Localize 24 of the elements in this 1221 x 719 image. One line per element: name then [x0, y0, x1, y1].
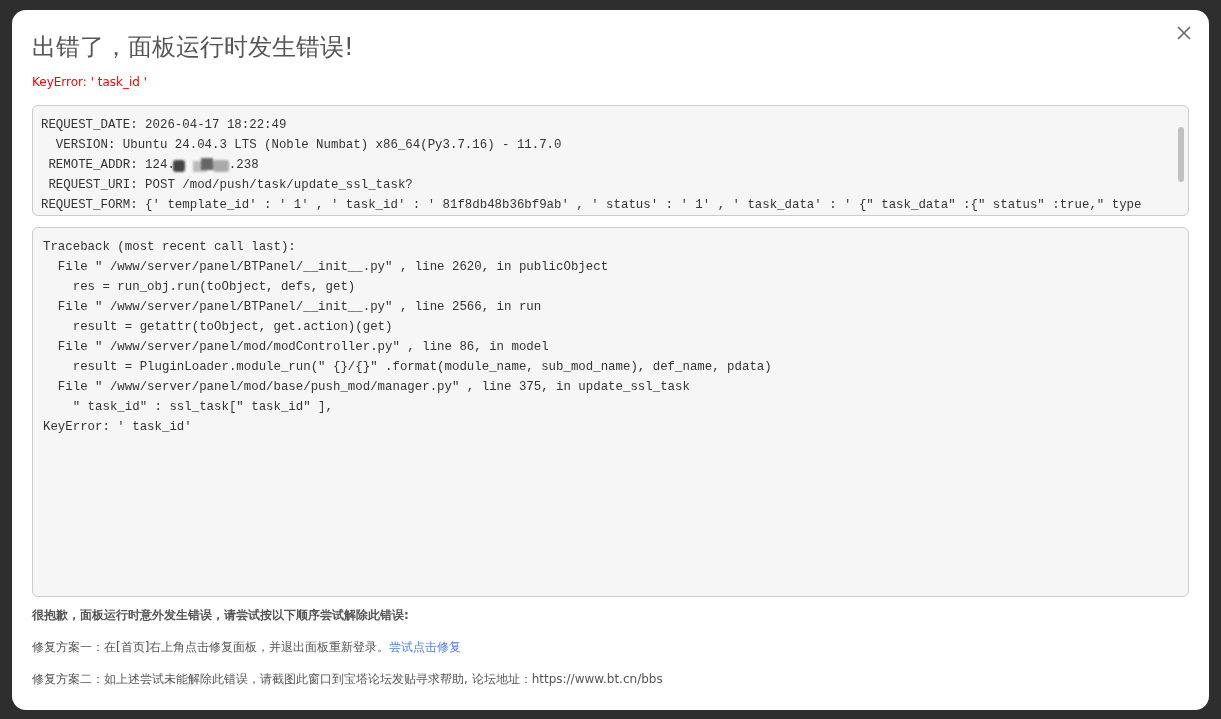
code-line: result = getattr(toObject, get.action)(get)	[71, 319, 394, 336]
code-line: File " /www/server/panel/BTPanel/__init__.py" , line 2566, in run	[56, 299, 543, 316]
code-line: REQUEST_DATE: 2026-04-17 18:22:49	[41, 117, 288, 134]
code-line: " task_id" : ssl_task[" task_id" ],	[71, 399, 334, 416]
code-line: File " /www/server/panel/BTPanel/__init__.py" , line 2620, in publicObject	[56, 259, 610, 276]
code-line: VERSION: Ubuntu 24.04.3 LTS (Noble Numbat) x86_64(Py3.7.16) - 11.7.0	[54, 137, 563, 154]
repair-link[interactable]: 尝试点击修复	[389, 639, 462, 655]
code-line: KeyError: ' task_id'	[43, 419, 193, 436]
code-line: File " /www/server/panel/mod/modController.py" , line 86, in model	[56, 339, 550, 356]
dialog-title: 出错了，面板运行时发生错误!	[32, 32, 355, 62]
code-text: .238	[228, 157, 259, 174]
help-text: 修复方案二：如上述尝试未能解除此错误，请截图此窗口到宝塔论坛发贴寻求帮助, 论坛地址：https://www.bt.cn/bbs	[32, 671, 664, 687]
code-line: res = run_obj.run(toObject, defs, get)	[71, 279, 357, 296]
code-line: File " /www/server/panel/mod/base/push_mod/manager.py" , line 375, in update_ssl_task	[56, 379, 691, 396]
code-text: REMOTE_ADDR: 124.	[47, 157, 175, 174]
error-summary: KeyError: ' task_id '	[32, 74, 149, 90]
code-line: Traceback (most recent call last):	[43, 239, 297, 256]
code-line: REQUEST_FORM: {' template_id' : ' 1' , ' task_id' : ' 81f8db48b36bf9ab' , ' status' : ' 1' , ' task_data' : ' {" task_data" :{" status" :true," type	[41, 197, 1143, 214]
code-line: REQUEST_URI: POST /mod/push/task/update_ssl_task?	[47, 177, 414, 194]
help-text: 修复方案一：在[首页]右上角点击修复面板，并退出面板重新登录。	[32, 639, 390, 655]
close-icon[interactable]	[1175, 24, 1193, 42]
code-line: result = PluginLoader.module_run(" {}/{}" .format(module_name, sub_mod_name), def_name, pdata)	[71, 359, 773, 376]
help-heading: 很抱歉，面板运行时意外发生错误，请尝试按以下顺序尝试解除此错误:	[32, 607, 410, 623]
redaction-mark	[172, 158, 231, 172]
